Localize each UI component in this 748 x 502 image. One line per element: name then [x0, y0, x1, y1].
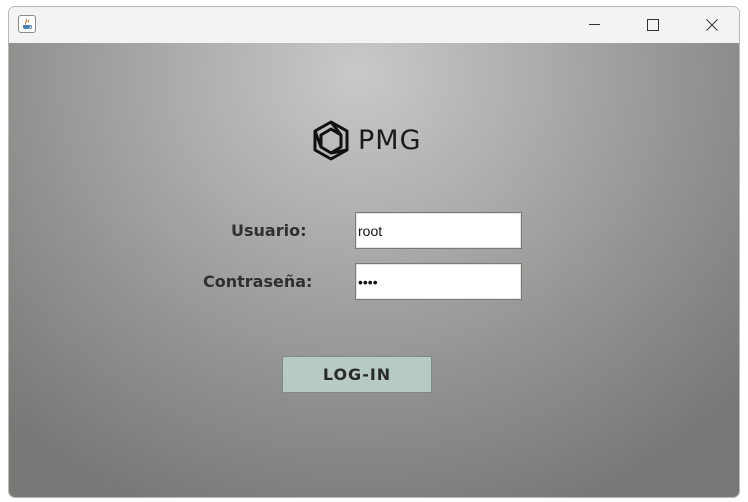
pmg-logo: PMG: [309, 119, 439, 163]
password-field[interactable]: [355, 263, 522, 300]
username-label: Usuario:: [231, 221, 307, 240]
close-icon: [706, 19, 718, 31]
java-cup-icon[interactable]: [18, 15, 36, 33]
minimize-icon: [589, 24, 600, 25]
login-panel: PMG Usuario: Contraseña: LOG-IN: [9, 43, 739, 497]
logo-text: PMG: [358, 125, 422, 156]
app-window: PMG Usuario: Contraseña: LOG-IN: [8, 6, 740, 498]
hexagon-swirl-logo-icon: [313, 120, 349, 161]
close-button[interactable]: [689, 7, 735, 43]
password-label: Contraseña:: [203, 272, 313, 291]
username-field[interactable]: [355, 212, 522, 249]
login-button[interactable]: LOG-IN: [282, 356, 432, 393]
maximize-icon: [647, 19, 659, 31]
maximize-button[interactable]: [630, 7, 676, 43]
title-bar[interactable]: [9, 7, 739, 43]
minimize-button[interactable]: [572, 7, 618, 43]
